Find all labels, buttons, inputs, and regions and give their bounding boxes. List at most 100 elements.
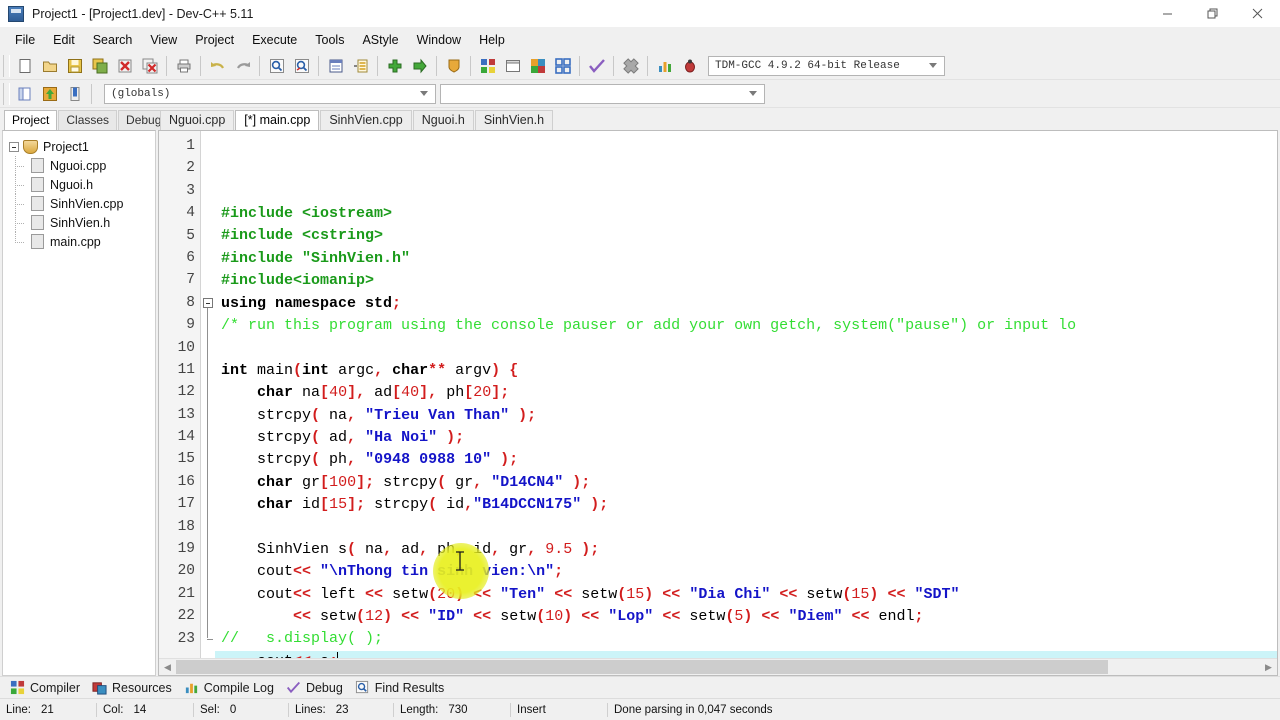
menu-window[interactable]: Window — [408, 30, 470, 50]
close-icon[interactable] — [1235, 0, 1280, 28]
code-line[interactable]: << setw(12) << "ID" << setw(10) << "Lop"… — [215, 606, 1277, 628]
profile-chart-icon[interactable] — [652, 54, 677, 78]
code-line[interactable]: cout<< left << setw(20) << "Ten" << setw… — [215, 584, 1277, 606]
save-all-icon[interactable] — [87, 54, 112, 78]
menu-execute[interactable]: Execute — [243, 30, 306, 50]
code-editor[interactable]: 1 2 3 4 5 6 7 8 9 10 11 12 13 14 15 16 17 18 19 20 21 22 23 #i… — [158, 130, 1278, 676]
toolbar2-grip[interactable] — [3, 82, 10, 105]
tree-root-project1[interactable]: Project1 — [3, 137, 155, 156]
menu-file[interactable]: File — [6, 30, 44, 50]
fold-collapse-icon[interactable] — [203, 297, 213, 308]
rebuild-blocks-icon[interactable] — [550, 54, 575, 78]
code-token-op: ( — [311, 406, 321, 424]
compiler-select[interactable]: TDM-GCC 4.9.2 64-bit Release — [708, 55, 945, 76]
collapse-icon[interactable] — [9, 141, 19, 152]
orange-shield-icon[interactable] — [441, 54, 466, 78]
editor-tab-main-cpp[interactable]: [*] main.cpp — [235, 110, 320, 130]
undo-arrow-icon[interactable] — [205, 54, 230, 78]
save-disk-icon[interactable] — [62, 54, 87, 78]
scroll-left-icon[interactable]: ◀ — [159, 659, 176, 676]
tab-classes[interactable]: Classes — [58, 110, 118, 130]
editor-tab-sinhvien-cpp[interactable]: SinhVien.cpp — [320, 110, 412, 130]
scope-select[interactable]: (globals) — [104, 83, 436, 104]
stop-gray-icon[interactable] — [618, 54, 643, 78]
close-red-icon[interactable] — [112, 54, 137, 78]
tree-item-sinhvien-h[interactable]: SinhVien.h — [3, 213, 155, 232]
check-mark-icon[interactable] — [584, 54, 609, 78]
menu-search[interactable]: Search — [84, 30, 142, 50]
code-text-area[interactable]: #include <iostream> #include <cstring> #in… — [215, 131, 1277, 658]
bottom-tab-find-results[interactable]: Find Results — [351, 678, 452, 697]
bottom-tab-compiler[interactable]: Compiler — [6, 678, 88, 697]
editor-tab-sinhvien-h[interactable]: SinhVien.h — [474, 110, 554, 130]
magnifier-replace-icon[interactable] — [289, 54, 314, 78]
tab-project[interactable]: Project — [4, 110, 58, 130]
menu-edit[interactable]: Edit — [44, 30, 84, 50]
compile-run-icon[interactable] — [525, 54, 550, 78]
code-line[interactable]: char na[40], ad[40], ph[20]; — [215, 382, 1277, 404]
restore-icon[interactable] — [1190, 0, 1235, 28]
code-line[interactable]: strcpy( na, "Trieu Van Than" ); — [215, 405, 1277, 427]
code-line[interactable]: char id[15]; strcpy( id,"B14DCCN175" ); — [215, 494, 1277, 516]
code-line[interactable]: #include <cstring> — [215, 225, 1277, 247]
code-line[interactable]: strcpy( ad, "Ha Noi" ); — [215, 427, 1277, 449]
green-arrow-icon[interactable] — [407, 54, 432, 78]
minimize-icon[interactable] — [1145, 0, 1190, 28]
code-line[interactable]: #include "SinhVien.h" — [215, 248, 1277, 270]
code-line[interactable] — [215, 337, 1277, 359]
editor-tab-nguoi-h[interactable]: Nguoi.h — [412, 110, 474, 130]
goto-function-icon[interactable] — [348, 54, 373, 78]
bottom-tab-resources[interactable]: Resources — [88, 678, 180, 697]
code-line[interactable]: strcpy( ph, "0948 0988 10" ); — [215, 449, 1277, 471]
scroll-track[interactable] — [176, 658, 1260, 675]
scroll-thumb[interactable] — [176, 659, 1109, 674]
code-token-op: << — [293, 653, 311, 658]
fold-cell — [201, 292, 215, 638]
code-folding-column[interactable] — [201, 131, 215, 658]
menu-astyle[interactable]: AStyle — [353, 30, 407, 50]
tree-item-nguoi-cpp[interactable]: Nguoi.cpp — [3, 156, 155, 175]
code-line[interactable]: int main(int argc, char** argv) { — [215, 360, 1277, 382]
toolbar-grip[interactable] — [3, 54, 10, 77]
bottom-tab-compile-log[interactable]: Compile Log — [180, 678, 282, 697]
code-token-num: 15 — [626, 585, 645, 603]
redo-arrow-icon[interactable] — [230, 54, 255, 78]
fold-cell — [201, 180, 215, 202]
code-line-current[interactable]: cout<< s; — [215, 650, 1277, 658]
magnifier-icon[interactable] — [264, 54, 289, 78]
status-sel: Sel: 0 — [194, 699, 288, 720]
code-line[interactable]: #include <iostream> — [215, 203, 1277, 225]
printer-icon[interactable] — [171, 54, 196, 78]
menu-view[interactable]: View — [141, 30, 186, 50]
code-line[interactable]: char gr[100]; strcpy( gr, "D14CN4" ); — [215, 472, 1277, 494]
member-select[interactable] — [440, 83, 765, 104]
tree-item-sinhvien-cpp[interactable]: SinhVien.cpp — [3, 194, 155, 213]
panel-toggle-icon[interactable] — [12, 82, 37, 106]
code-line[interactable]: #include<iomanip> — [215, 270, 1277, 292]
menu-help[interactable]: Help — [470, 30, 514, 50]
code-line[interactable]: cout<< "\nThong tin sinh vien:\n"; — [215, 561, 1277, 583]
close-all-red-icon[interactable] — [137, 54, 162, 78]
code-line[interactable]: // s.display( ); — [215, 628, 1277, 650]
code-line[interactable]: /* run this program using the console pa… — [215, 315, 1277, 337]
tree-item-nguoi-h[interactable]: Nguoi.h — [3, 175, 155, 194]
code-line[interactable]: using namespace std; — [215, 293, 1277, 315]
menu-project[interactable]: Project — [186, 30, 243, 50]
bottom-tab-debug[interactable]: Debug — [282, 678, 351, 697]
code-line[interactable]: SinhVien s( na, ad, ph, id, gr, 9.5 ); — [215, 539, 1277, 561]
editor-horizontal-scrollbar[interactable]: ◀ ▶ — [159, 658, 1277, 675]
tree-item-main-cpp[interactable]: main.cpp — [3, 232, 155, 251]
scroll-right-icon[interactable]: ▶ — [1260, 659, 1277, 676]
compile-blocks-icon[interactable] — [475, 54, 500, 78]
editor-tab-nguoi-cpp[interactable]: Nguoi.cpp — [160, 110, 235, 130]
green-plus-icon[interactable] — [382, 54, 407, 78]
debug-bug-icon[interactable] — [677, 54, 702, 78]
insert-green-icon[interactable] — [37, 82, 62, 106]
run-window-icon[interactable] — [500, 54, 525, 78]
open-folder-icon[interactable] — [37, 54, 62, 78]
code-line[interactable] — [215, 516, 1277, 538]
new-file-icon[interactable] — [12, 54, 37, 78]
bookmark-blue-icon[interactable] — [62, 82, 87, 106]
goto-line-icon[interactable] — [323, 54, 348, 78]
menu-tools[interactable]: Tools — [306, 30, 353, 50]
